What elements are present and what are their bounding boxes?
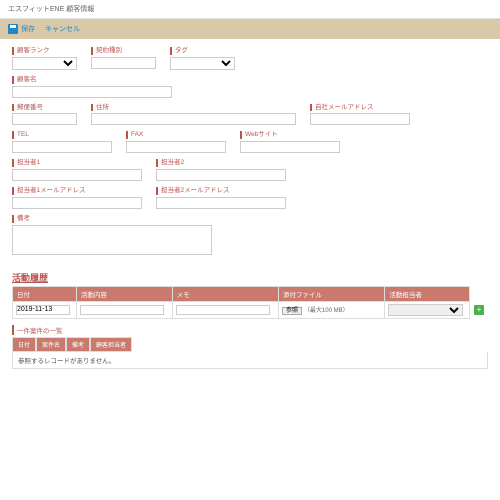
save-label: 保存 [21, 24, 35, 34]
file-browse-button[interactable]: 参照 [282, 307, 302, 315]
label-address: 住所 [91, 104, 296, 112]
matters-col4: 顧客担当者 [90, 337, 132, 352]
field-website: Webサイト [240, 131, 340, 153]
cancel-button[interactable]: キャンセル [45, 24, 80, 34]
select-rank[interactable] [12, 57, 77, 70]
input-tel[interactable] [12, 141, 112, 153]
add-row-button[interactable]: + [474, 305, 484, 315]
col-memo: メモ [172, 286, 278, 301]
input-customer-name[interactable] [12, 86, 172, 98]
input-contract-type[interactable] [91, 57, 156, 69]
history-title: 活動履歴 [12, 271, 500, 284]
field-tel: TEL [12, 131, 112, 153]
label-tel: TEL [12, 131, 112, 139]
matters-section: 一件案件の一覧 日付 案件名 備考 顧客担当者 参照するレコードがありません。 [12, 325, 488, 369]
label-fax: FAX [126, 131, 226, 139]
col-date: 日付 [13, 286, 77, 301]
matters-col1: 日付 [12, 337, 36, 352]
input-address[interactable] [91, 113, 296, 125]
label-contact1: 担当者1 [12, 159, 142, 167]
input-postal[interactable] [12, 113, 77, 125]
label-notes: 備考 [12, 215, 212, 223]
field-customer-name: 顧客名 [12, 76, 172, 98]
input-contact1-email[interactable] [12, 197, 142, 209]
input-company-email[interactable] [310, 113, 410, 125]
label-rank: 顧客ランク [12, 47, 77, 55]
input-contact1[interactable] [12, 169, 142, 181]
label-contact1-email: 担当者1メールアドレス [12, 187, 142, 195]
history-header-row: 日付 活動内容 メモ 添付ファイル 活動担当者 [13, 286, 488, 301]
select-history-person[interactable] [388, 304, 462, 316]
field-rank: 顧客ランク [12, 47, 77, 70]
field-postal: 郵便番号 [12, 104, 77, 126]
field-contact2-email: 担当者2メールアドレス [156, 187, 286, 209]
label-customer-name: 顧客名 [12, 76, 172, 84]
field-contact1-email: 担当者1メールアドレス [12, 187, 142, 209]
textarea-notes[interactable] [12, 225, 212, 255]
label-contact2-email: 担当者2メールアドレス [156, 187, 286, 195]
matters-col2: 案件名 [36, 337, 66, 352]
select-tag[interactable] [170, 57, 235, 70]
input-history-date[interactable] [16, 305, 70, 315]
label-contract-type: 契約種別 [91, 47, 156, 55]
page-root: エスフィットENE 顧客情報 保存 キャンセル 顧客ランク 契約種別 タグ [0, 0, 500, 500]
matters-col3: 備考 [66, 337, 90, 352]
input-history-content[interactable] [80, 305, 164, 315]
field-contract-type: 契約種別 [91, 47, 156, 70]
save-button[interactable]: 保存 [8, 24, 35, 34]
field-contact1: 担当者1 [12, 159, 142, 181]
input-contact2-email[interactable] [156, 197, 286, 209]
input-history-memo[interactable] [176, 305, 270, 315]
matters-header: 日付 案件名 備考 顧客担当者 [12, 337, 488, 352]
label-company-email: 自社メールアドレス [310, 104, 410, 112]
field-fax: FAX [126, 131, 226, 153]
field-contact2: 担当者2 [156, 159, 286, 181]
label-website: Webサイト [240, 131, 340, 139]
file-size-note: （最大100 MB） [304, 308, 349, 314]
save-icon [8, 24, 18, 34]
col-file: 添付ファイル [278, 286, 384, 301]
col-person: 活動担当者 [385, 286, 470, 301]
breadcrumb: エスフィットENE 顧客情報 [0, 0, 500, 19]
input-fax[interactable] [126, 141, 226, 153]
history-table: 日付 活動内容 メモ 添付ファイル 活動担当者 参照 （最大100 MB） + [12, 286, 488, 319]
history-row: 参照 （最大100 MB） + [13, 301, 488, 318]
field-tag: タグ [170, 47, 235, 70]
label-tag: タグ [170, 47, 235, 55]
label-postal: 郵便番号 [12, 104, 77, 112]
col-content: 活動内容 [76, 286, 172, 301]
history-table-wrap: 日付 活動内容 メモ 添付ファイル 活動担当者 参照 （最大100 MB） + [12, 286, 488, 319]
matters-title: 一件案件の一覧 [12, 325, 63, 335]
matters-empty-message: 参照するレコードがありません。 [12, 352, 488, 369]
field-company-email: 自社メールアドレス [310, 104, 410, 126]
label-contact2: 担当者2 [156, 159, 286, 167]
field-address: 住所 [91, 104, 296, 126]
form-area: 顧客ランク 契約種別 タグ 顧客名 郵便番号 [0, 39, 500, 265]
field-notes: 備考 [12, 215, 212, 255]
input-website[interactable] [240, 141, 340, 153]
input-contact2[interactable] [156, 169, 286, 181]
action-bar: 保存 キャンセル [0, 19, 500, 39]
